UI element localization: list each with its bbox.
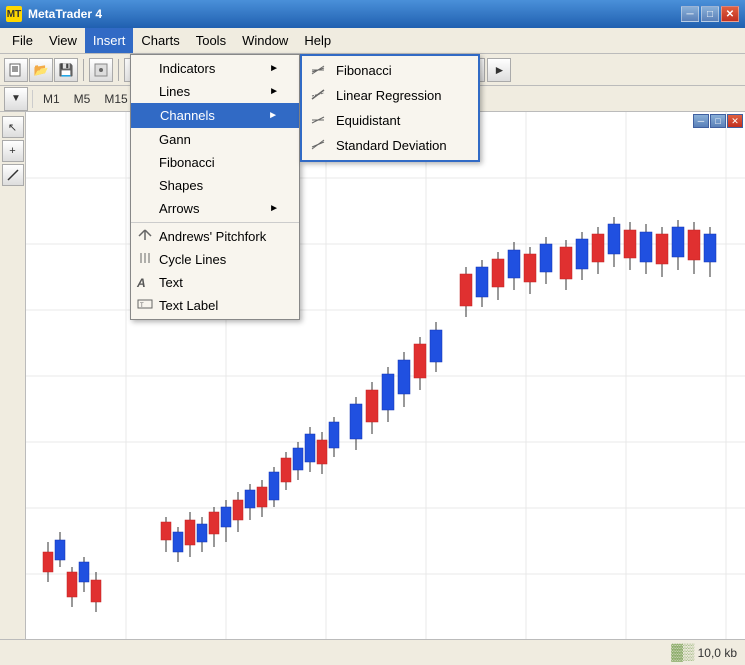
insert-lines[interactable]: Lines ► xyxy=(131,80,299,103)
channel-equidistant[interactable]: Equidistant xyxy=(302,108,478,133)
menu-item-window[interactable]: Window xyxy=(234,28,296,53)
status-bar: ▓▒ 10,0 kb xyxy=(0,639,745,665)
menu-item-insert[interactable]: Insert xyxy=(85,28,134,53)
menu-item-view[interactable]: View xyxy=(41,28,85,53)
main-area: ↖ + ─ □ ✕ xyxy=(0,112,745,639)
title-bar-controls: ─ □ ✕ xyxy=(681,6,739,22)
svg-text:T: T xyxy=(140,303,144,309)
side-toolbar: ↖ + xyxy=(0,112,26,639)
insert-text-label[interactable]: T Text Label xyxy=(131,294,299,317)
insert-cycle-lines[interactable]: Cycle Lines xyxy=(131,248,299,271)
side-line-btn[interactable] xyxy=(2,164,24,186)
side-cursor-btn[interactable]: ↖ xyxy=(2,116,24,138)
status-size: 10,0 kb xyxy=(698,646,737,660)
chart-indicator-icon: ▓▒ xyxy=(671,644,694,661)
tf-dropdown-btn[interactable]: ▼ xyxy=(4,87,28,111)
tf-m15[interactable]: M15 xyxy=(98,90,133,108)
window-close-button[interactable]: ✕ xyxy=(721,6,739,22)
toolbar-save-btn[interactable]: 💾 xyxy=(54,58,78,82)
insert-text[interactable]: A Text xyxy=(131,271,299,294)
status-right: ▓▒ 10,0 kb xyxy=(671,644,737,662)
toolbar-open-btn[interactable]: 📂 xyxy=(29,58,53,82)
toolbar-sep-2 xyxy=(118,59,119,81)
tf-m1[interactable]: M1 xyxy=(37,90,66,108)
menu-item-file[interactable]: File xyxy=(4,28,41,53)
tf-sep xyxy=(32,90,33,108)
title-bar: MT MetaTrader 4 ─ □ ✕ xyxy=(0,0,745,28)
menu-bar: File View Insert Charts Tools Window Hel… xyxy=(0,28,745,54)
tf-m5[interactable]: M5 xyxy=(68,90,97,108)
toolbar-sep-1 xyxy=(83,59,84,81)
toolbar-scroll-right-btn[interactable]: ► xyxy=(487,58,511,82)
side-crosshair-btn[interactable]: + xyxy=(2,140,24,162)
menu-item-charts[interactable]: Charts xyxy=(133,28,187,53)
insert-arrows[interactable]: Arrows ► xyxy=(131,197,299,220)
chart-minimize-btn[interactable]: ─ xyxy=(693,114,709,128)
insert-fibonacci[interactable]: Fibonacci xyxy=(131,151,299,174)
minimize-button[interactable]: ─ xyxy=(681,6,699,22)
channels-submenu: Fibonacci Linear Regression Equidistant … xyxy=(300,54,480,162)
insert-channels[interactable]: Channels ► xyxy=(131,103,299,128)
toolbar-settings-btn[interactable] xyxy=(89,58,113,82)
insert-sep xyxy=(131,222,299,223)
app-logo: MT xyxy=(6,6,22,22)
title-bar-title: MetaTrader 4 xyxy=(28,7,102,21)
title-bar-left: MT MetaTrader 4 xyxy=(6,6,102,22)
insert-gann[interactable]: Gann xyxy=(131,128,299,151)
toolbar-new-btn[interactable] xyxy=(4,58,28,82)
insert-andrews-pitchfork[interactable]: Andrews' Pitchfork xyxy=(131,225,299,248)
toolbar-left-group: 📂 💾 xyxy=(4,58,78,82)
channel-standard-deviation[interactable]: Standard Deviation xyxy=(302,133,478,158)
channel-linear-regression[interactable]: Linear Regression xyxy=(302,83,478,108)
chart-close-btn[interactable]: ✕ xyxy=(727,114,743,128)
inner-window-bar: ─ □ ✕ xyxy=(691,112,745,130)
insert-menu: Indicators ► Lines ► Channels ► Gann Fib… xyxy=(130,54,300,320)
chart-maximize-btn[interactable]: □ xyxy=(710,114,726,128)
insert-indicators[interactable]: Indicators ► xyxy=(131,57,299,80)
menu-item-tools[interactable]: Tools xyxy=(188,28,234,53)
maximize-button[interactable]: □ xyxy=(701,6,719,22)
insert-shapes[interactable]: Shapes xyxy=(131,174,299,197)
channel-fibonacci[interactable]: Fibonacci xyxy=(302,58,478,83)
menu-item-help[interactable]: Help xyxy=(296,28,339,53)
